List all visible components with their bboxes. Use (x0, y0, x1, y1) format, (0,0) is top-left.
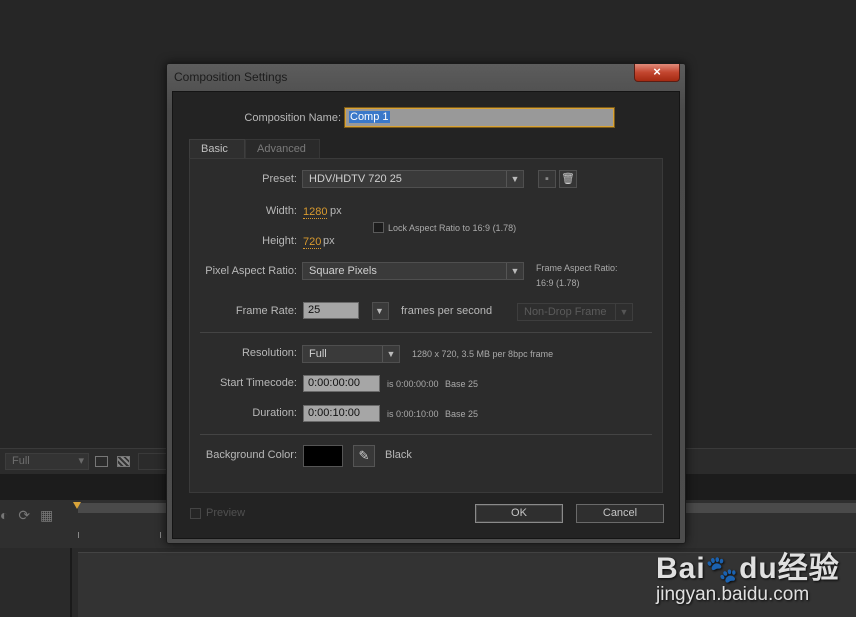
comp-name-label: Composition Name: (244, 112, 341, 124)
frame-aspect-label: Frame Aspect Ratio: (536, 263, 618, 273)
ok-button[interactable]: OK (475, 504, 563, 523)
panel-splitter[interactable] (70, 548, 72, 617)
height-unit: px (323, 235, 335, 247)
delete-preset-button[interactable]: 🗑 (559, 170, 577, 188)
duration-base: Base 25 (445, 409, 479, 419)
preset-label: Preset: (262, 173, 297, 185)
resolution-dropdown[interactable]: Full ▼ (302, 345, 400, 363)
tab-advanced[interactable]: Advanced (245, 139, 320, 158)
graph-editor-icon[interactable]: ▦ (40, 507, 53, 523)
tab-basic[interactable]: Basic (189, 139, 245, 158)
lock-aspect-label: Lock Aspect Ratio to 16:9 (1.78) (388, 223, 517, 233)
start-timecode-info: is 0:00:00:00 (387, 379, 439, 389)
ruler-tick (78, 532, 79, 538)
frame-rate-input[interactable]: 25 (303, 302, 359, 319)
frame-aspect-value: 16:9 (1.78) (536, 278, 580, 288)
trash-icon: 🗑 (561, 173, 575, 185)
preset-value: HDV/HDTV 720 25 (309, 173, 402, 185)
bg-color-swatch[interactable] (303, 445, 343, 467)
frames-per-second-label: frames per second (401, 305, 493, 317)
save-icon: ▪ (545, 173, 549, 185)
bg-color-name: Black (385, 449, 412, 461)
section-divider (200, 332, 652, 333)
save-preset-button[interactable]: ▪ (538, 170, 556, 188)
chevron-down-icon: ▼ (615, 304, 632, 320)
composition-settings-dialog: Composition Settings × Composition Name:… (166, 63, 686, 544)
par-value: Square Pixels (309, 265, 377, 277)
eyedropper-button[interactable]: ✎ (353, 445, 375, 467)
timeline-switch-icons[interactable]: ◐ ⟳ ▦ (0, 507, 53, 524)
dialog-titlebar[interactable]: Composition Settings × (167, 64, 685, 90)
dialog-body: Composition Name: Comp 1 Basic Advanced … (172, 91, 680, 539)
draft-3d-icon[interactable]: ⟳ (18, 507, 30, 523)
width-value[interactable]: 1280 (303, 206, 328, 219)
current-time-indicator[interactable] (73, 502, 81, 509)
comp-name-input[interactable]: Comp 1 (345, 108, 614, 127)
watermark-brand-cn: 经验 (777, 552, 840, 585)
watermark-brand: Bai (656, 552, 706, 585)
chevron-down-icon: ▼ (506, 171, 523, 187)
preset-dropdown[interactable]: HDV/HDTV 720 25 ▼ (302, 170, 524, 188)
watermark-url: jingyan.baidu.com (656, 584, 810, 605)
resolution-value: Full (309, 348, 327, 360)
chevron-down-icon: ▼ (375, 306, 384, 316)
motion-blur-icon[interactable]: ◐ (0, 507, 8, 523)
paw-icon: 🐾 (705, 554, 740, 584)
cancel-button[interactable]: Cancel (576, 504, 664, 523)
preview-checkbox[interactable] (190, 508, 201, 519)
duration-input[interactable]: 0:00:10:00 (303, 405, 380, 422)
resolution-info: 1280 x 720, 3.5 MB per 8bpc frame (412, 349, 554, 359)
close-button[interactable]: × (634, 64, 680, 82)
bg-color-label: Background Color: (205, 449, 297, 461)
frame-rate-dropdown[interactable]: ▼ (372, 302, 389, 320)
start-timecode-input[interactable]: 0:00:00:00 (303, 375, 380, 392)
close-icon: × (653, 64, 661, 79)
ruler-tick (160, 532, 161, 538)
chevron-down-icon: ▼ (382, 346, 399, 362)
baidu-watermark: Bai🐾du经验 jingyan.baidu.com (656, 543, 840, 606)
preview-label: Preview (206, 507, 246, 519)
comp-name-value: Comp 1 (349, 111, 390, 123)
drop-frame-value: Non-Drop Frame (524, 306, 607, 318)
par-label: Pixel Aspect Ratio: (205, 265, 297, 277)
drop-frame-dropdown[interactable]: Non-Drop Frame ▼ (517, 303, 633, 321)
frame-rate-label: Frame Rate: (235, 305, 297, 317)
eyedropper-icon: ✎ (358, 448, 370, 463)
region-of-interest-icon[interactable] (95, 456, 108, 467)
start-timecode-label: Start Timecode: (219, 377, 297, 389)
transparency-grid-icon[interactable] (117, 456, 130, 467)
duration-label: Duration: (252, 407, 297, 419)
lock-aspect-checkbox[interactable] (373, 222, 384, 233)
resolution-label: Resolution: (241, 347, 297, 359)
width-unit: px (330, 205, 342, 217)
chevron-down-icon: ▼ (506, 263, 523, 279)
dialog-title: Composition Settings (174, 70, 288, 84)
par-dropdown[interactable]: Square Pixels ▼ (302, 262, 524, 280)
resolution-dropdown[interactable]: Full (5, 453, 89, 470)
start-timecode-base: Base 25 (445, 379, 479, 389)
width-label: Width: (265, 205, 297, 217)
basic-settings-panel: Preset: HDV/HDTV 720 25 ▼ ▪ 🗑 Width: 128… (189, 158, 663, 493)
watermark-logo: Bai🐾du经验 (656, 543, 840, 587)
section-divider (200, 434, 652, 435)
height-value[interactable]: 720 (303, 236, 322, 249)
watermark-brand-2: du (739, 552, 778, 585)
height-label: Height: (262, 235, 297, 247)
duration-info: is 0:00:10:00 (387, 409, 439, 419)
